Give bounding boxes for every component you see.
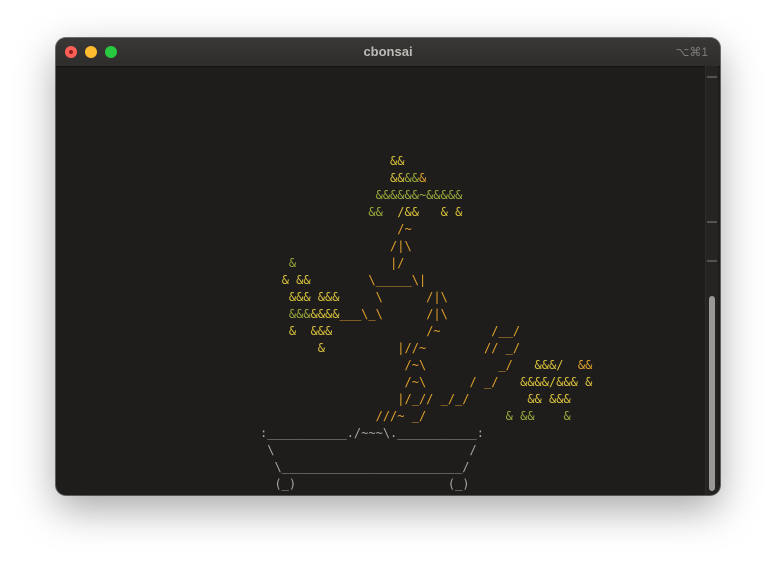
art-segment	[260, 409, 376, 423]
art-segment: :___________./~~~\.___________:	[260, 426, 484, 440]
art-segment	[332, 324, 426, 338]
art-segment: /~ /__/	[426, 324, 521, 338]
art-line: & && \_____\|	[260, 272, 592, 289]
terminal-window: cbonsai ⌥⌘1 && &&&&& &&&&&&~&&&&& && /&&…	[56, 38, 720, 495]
art-segment: &&&/	[534, 358, 578, 372]
scrollbar-notch	[707, 76, 717, 78]
art-segment: &&&&	[310, 307, 340, 321]
art-segment	[260, 188, 376, 202]
art-segment: /~	[397, 222, 412, 236]
art-segment	[260, 324, 289, 338]
art-segment: &	[418, 171, 427, 185]
scrollbar-thumb[interactable]	[709, 296, 715, 491]
scrollbar-notch	[707, 221, 717, 223]
art-segment	[260, 171, 390, 185]
art-segment: &&	[404, 171, 419, 185]
art-segment	[260, 358, 405, 372]
art-line: (_) (_)	[260, 476, 592, 493]
art-segment: &&	[390, 171, 405, 185]
art-segment: && &&&	[527, 392, 571, 406]
art-segment: &&&	[288, 307, 311, 321]
art-line: &&&&&&&___\_\ /|\	[260, 306, 592, 323]
terminal-content[interactable]: && &&&&& &&&&&&~&&&&& && /&& & & /~ /|\ …	[56, 67, 705, 495]
art-line: & |//~ // _/	[260, 340, 592, 357]
art-segment: /~\ / _/	[404, 375, 521, 389]
art-segment: &&&&&&~&&&&&	[375, 188, 463, 202]
art-segment: |/_// _/_/	[397, 392, 470, 406]
art-line: &&& &&& \ /|\	[260, 289, 592, 306]
art-segment: /&& & &	[397, 205, 463, 219]
keyboard-shortcut: ⌥⌘1	[675, 45, 708, 59]
art-segment	[311, 273, 369, 287]
art-segment	[260, 205, 368, 219]
art-line: && /&& & &	[260, 204, 592, 221]
art-segment: &&	[577, 358, 593, 372]
art-segment: (_) (_)	[260, 477, 470, 491]
art-line: &&	[260, 153, 592, 170]
title-bar[interactable]: cbonsai ⌥⌘1	[56, 38, 720, 67]
art-segment: &	[317, 341, 326, 355]
art-segment: & &&&	[288, 324, 333, 338]
art-line: /~	[260, 221, 592, 238]
art-segment	[260, 307, 289, 321]
art-segment: /|\	[390, 239, 412, 253]
window-title: cbonsai	[363, 44, 413, 59]
art-line: /|\	[260, 238, 592, 255]
art-segment: &&&&/&&& &	[520, 375, 593, 389]
art-segment	[325, 341, 397, 355]
art-segment: \ /	[260, 443, 477, 457]
art-line: :___________./~~~\.___________:	[260, 425, 592, 442]
art-segment	[260, 154, 390, 168]
art-line: & &&& /~ /__/	[260, 323, 592, 340]
art-segment	[339, 290, 375, 304]
art-segment	[296, 256, 390, 270]
art-line: /~\ / _/ &&&&/&&& &	[260, 374, 593, 391]
art-segment: & && &	[505, 409, 571, 423]
art-segment: &&& &&&	[288, 290, 340, 304]
art-line: \ /	[260, 442, 592, 459]
art-segment: \_________________________/	[260, 460, 470, 474]
art-segment: \_____\|	[368, 273, 427, 287]
art-segment: & &&	[281, 273, 311, 287]
art-segment	[260, 290, 289, 304]
art-line: \_________________________/	[260, 459, 592, 476]
bonsai-ascii-art: && &&&&& &&&&&&~&&&&& && /&& & & /~ /|\ …	[260, 153, 592, 493]
art-line: & |/	[260, 255, 592, 272]
scrollbar[interactable]	[705, 66, 718, 495]
art-segment: &&	[368, 205, 398, 219]
art-segment	[470, 392, 528, 406]
art-line: |/_// _/_/ && &&&	[260, 391, 592, 408]
art-segment	[426, 409, 505, 423]
art-segment	[260, 341, 318, 355]
art-segment: ///~ _/	[375, 409, 427, 423]
art-segment	[260, 273, 282, 287]
art-line: &&&&&&~&&&&&	[260, 187, 592, 204]
art-segment: /~\ _/	[404, 358, 535, 372]
art-segment: \ /|\	[375, 290, 448, 304]
art-segment	[260, 256, 289, 270]
art-line: ///~ _/ & && &	[260, 408, 592, 425]
art-line: /~\ _/ &&&/ &&	[260, 357, 593, 374]
scrollbar-notch	[707, 260, 717, 262]
art-segment: |//~ // _/	[397, 341, 521, 355]
art-segment	[260, 222, 397, 236]
art-segment: ___\_\ /|\	[339, 307, 448, 321]
art-line: &&&&&	[260, 170, 592, 187]
art-segment	[260, 392, 397, 406]
art-segment	[260, 239, 390, 253]
art-segment: &&	[390, 154, 405, 168]
art-segment: |/	[390, 256, 405, 270]
art-segment	[260, 375, 405, 389]
